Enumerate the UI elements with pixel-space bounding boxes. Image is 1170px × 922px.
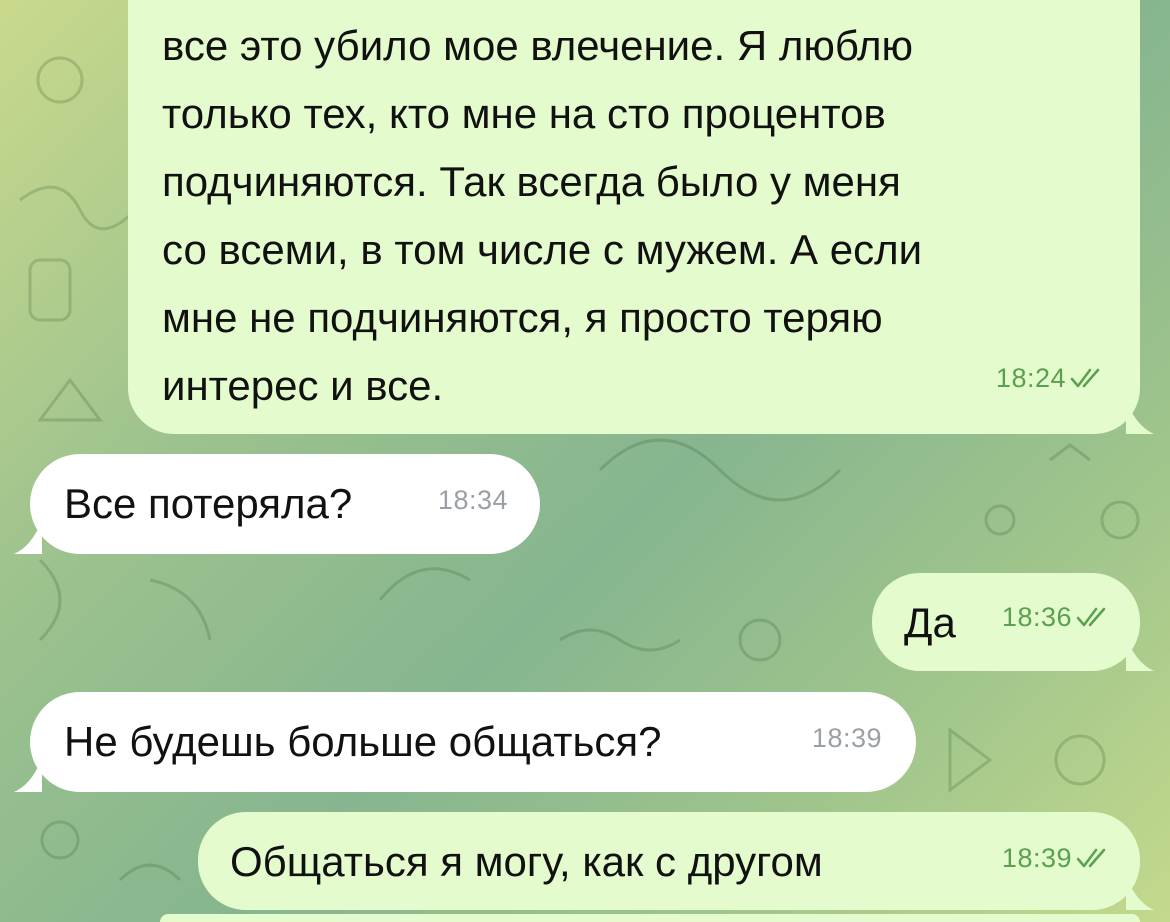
- message-time: 18:36: [1001, 602, 1072, 632]
- outgoing-message-bubble[interactable]: все это убило мое влечение. Я люблю толь…: [128, 0, 1140, 434]
- outgoing-bubble-tail: [1126, 400, 1154, 434]
- message-text: Все потеряла?: [64, 480, 353, 527]
- message-time: 18:39: [811, 723, 882, 753]
- outgoing-message-bubble-partial: [160, 914, 1140, 922]
- double-check-icon: [1076, 848, 1106, 868]
- outgoing-bubble-tail: [1126, 637, 1154, 671]
- outgoing-message-bubble[interactable]: Общаться я могу, как с другом 18:39: [198, 812, 1140, 910]
- message-text: Да: [904, 599, 956, 646]
- incoming-message-bubble[interactable]: Все потеряла? 18:34: [30, 454, 540, 554]
- message-line: все это убило мое влечение. Я люблю: [162, 22, 914, 69]
- outgoing-message-bubble[interactable]: Да 18:36: [872, 573, 1140, 671]
- message-line: интерес и все.: [162, 362, 444, 409]
- message-line: подчиняются. Так всегда было у меня: [162, 158, 901, 205]
- incoming-message-bubble[interactable]: Не будешь больше общаться? 18:39: [30, 692, 916, 792]
- message-meta: 18:36: [1002, 583, 1112, 651]
- incoming-bubble-tail: [14, 520, 42, 554]
- double-check-icon: [1070, 368, 1100, 388]
- message-time: 18:24: [995, 363, 1066, 393]
- message-line: только тех, кто мне на сто процентов: [162, 90, 886, 137]
- message-meta: 18:39: [1002, 824, 1112, 892]
- message-time: 18:39: [1001, 843, 1072, 873]
- message-meta: 18:24: [996, 344, 1106, 412]
- message-time: 18:34: [437, 485, 508, 515]
- message-line: мне не подчиняются, я просто теряю: [162, 294, 883, 341]
- double-check-icon: [1076, 607, 1106, 627]
- message-text: Не будешь больше общаться?: [64, 718, 662, 765]
- message-meta: 18:39: [812, 704, 882, 772]
- incoming-bubble-tail: [14, 758, 42, 792]
- message-line: со всеми, в том числе с мужем. А если: [162, 226, 923, 273]
- outgoing-bubble-tail: [1126, 876, 1154, 910]
- message-text: Общаться я могу, как с другом: [230, 838, 823, 885]
- message-text: все это убило мое влечение. Я люблю толь…: [162, 12, 1100, 420]
- message-meta: 18:34: [438, 466, 508, 534]
